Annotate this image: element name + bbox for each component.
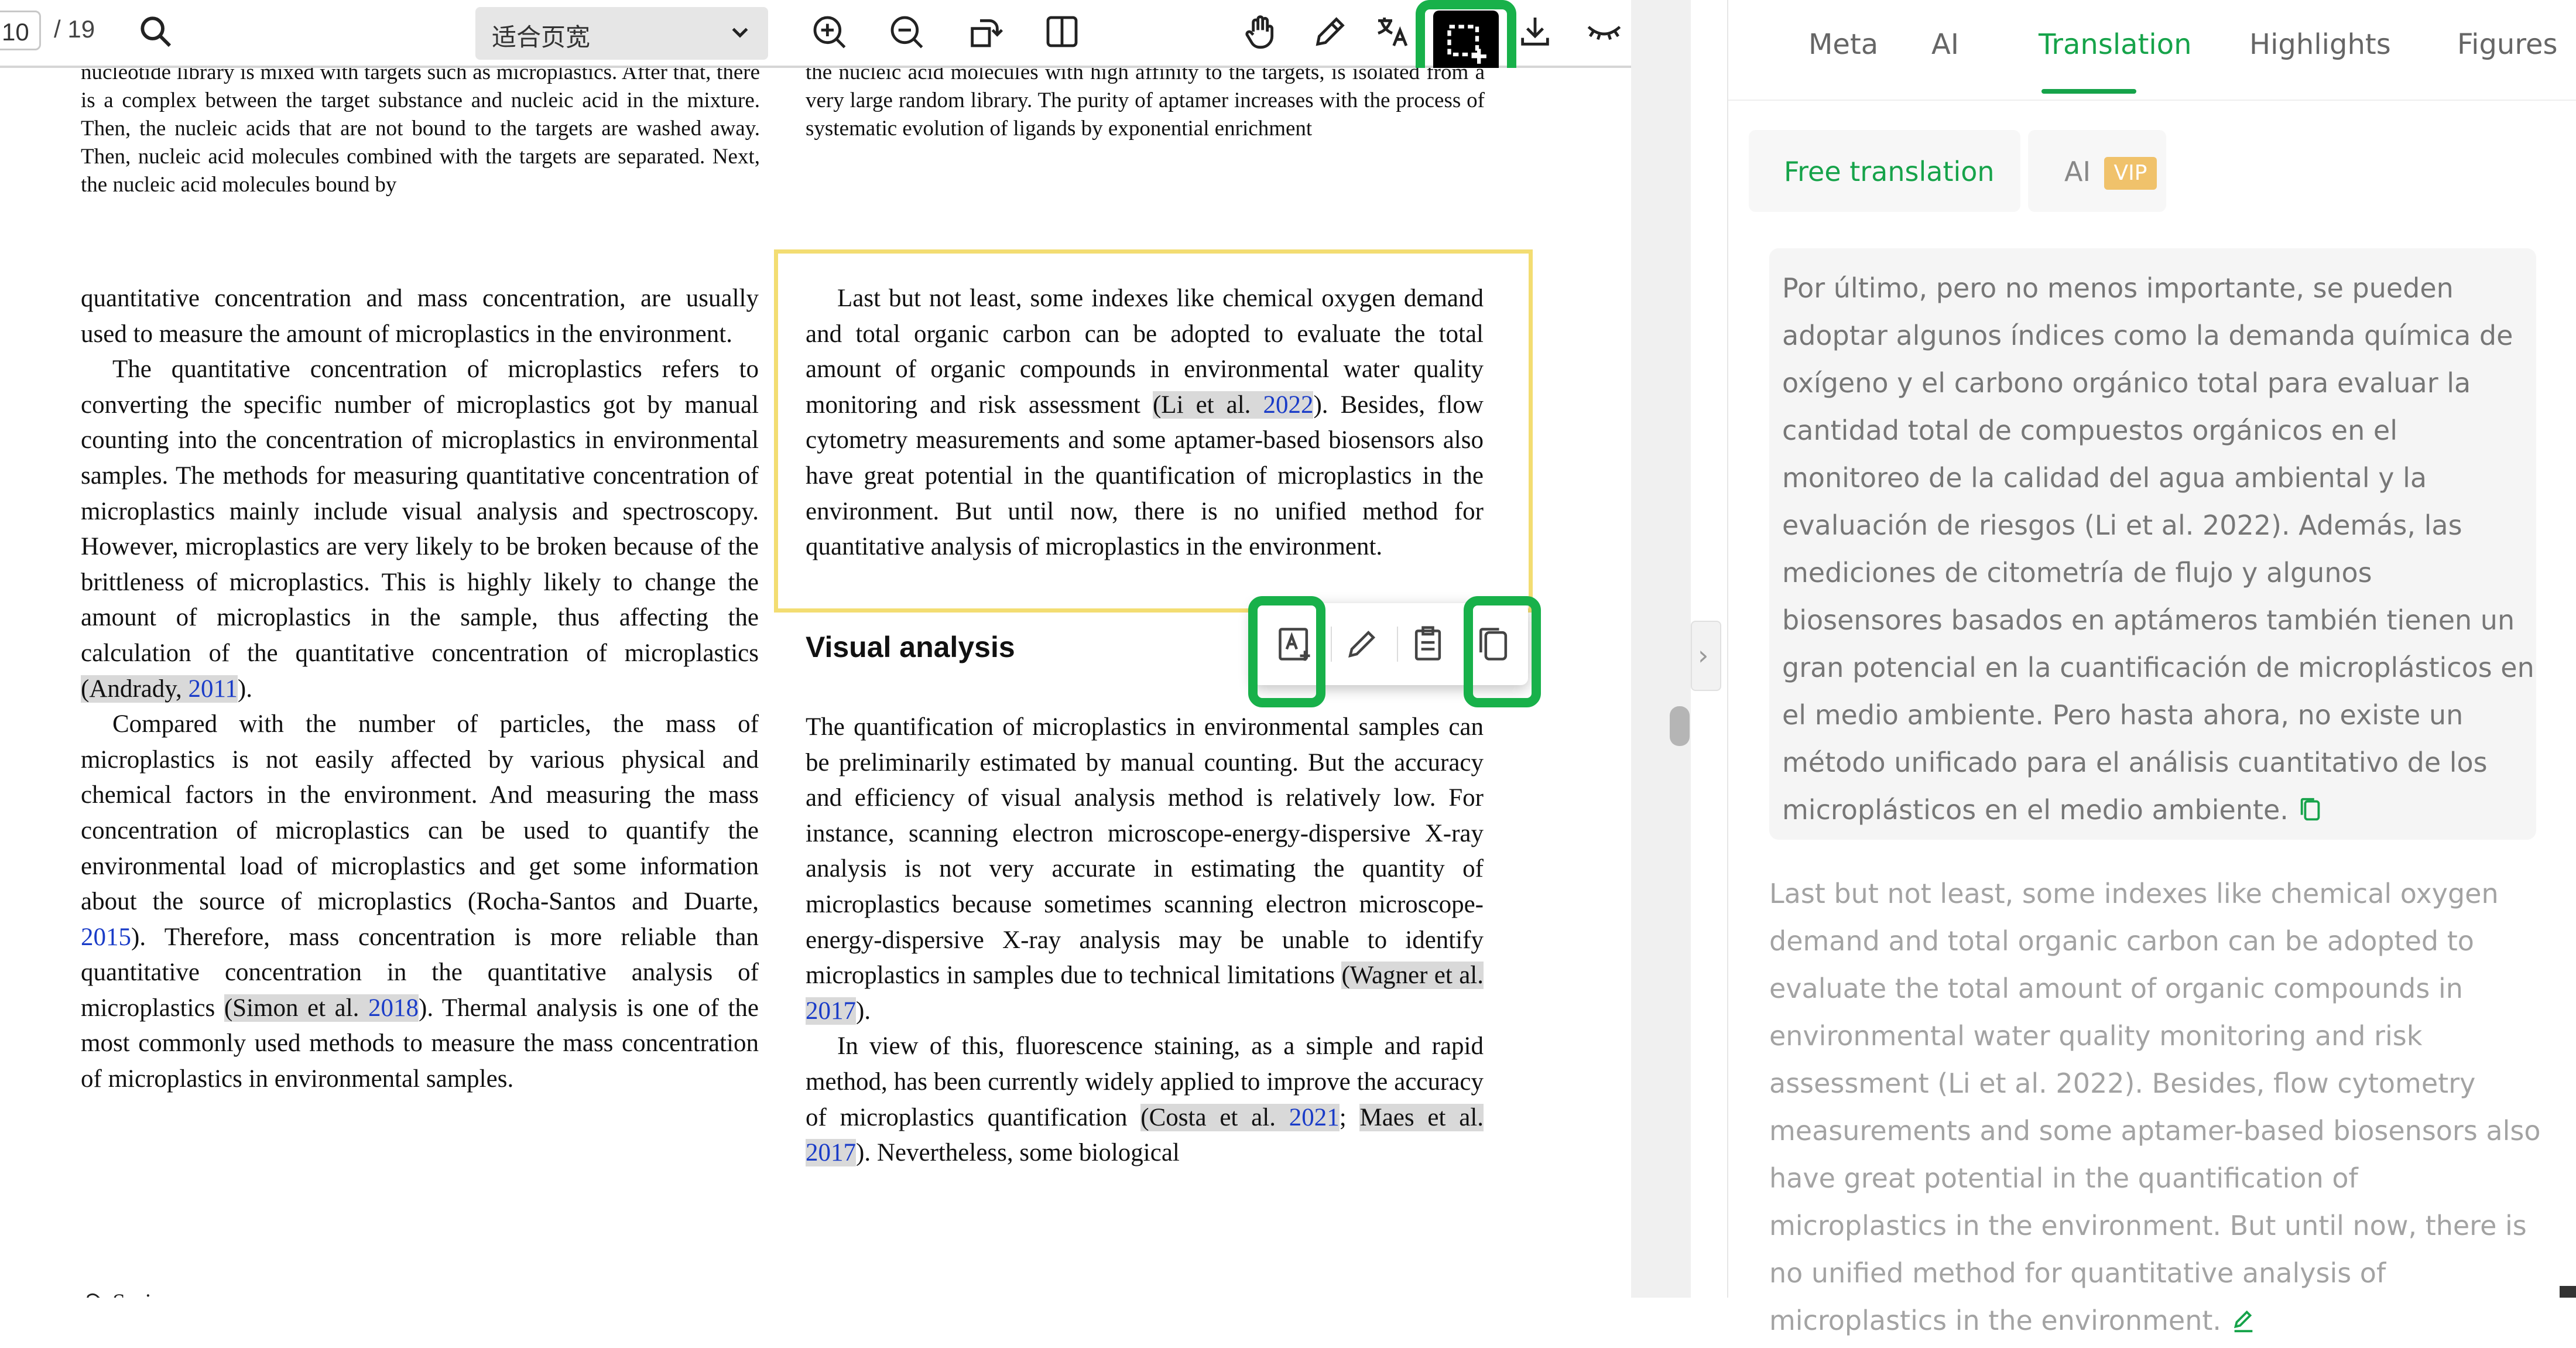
tab-translation[interactable]: Translation: [2039, 28, 2192, 61]
pen-icon[interactable]: [1307, 8, 1354, 55]
tab-figures[interactable]: Figures: [2457, 28, 2558, 61]
page-number-input[interactable]: 10: [0, 11, 41, 50]
subtab-free-translation[interactable]: Free translation: [1749, 130, 2020, 212]
search-icon[interactable]: [132, 8, 179, 55]
zoom-out-icon[interactable]: [883, 8, 930, 55]
springer-logo: Springer: [81, 1288, 193, 1298]
download-icon[interactable]: [1512, 8, 1558, 55]
left-paragraph-1: quantitative concentration and mass conc…: [81, 285, 759, 348]
edit-icon[interactable]: [1342, 624, 1382, 664]
original-text-content: Last but not least, some indexes like ch…: [1769, 878, 2541, 1336]
eye-closed-icon[interactable]: [1581, 8, 1628, 55]
citation-costa[interactable]: (Costa et al. 2021: [1140, 1103, 1340, 1131]
side-panel: Meta AI Translation Highlights Figures F…: [1727, 0, 2576, 1336]
highlight-frame-add-note: [1248, 596, 1325, 707]
highlight-frame-copy: [1464, 596, 1541, 707]
panel-collapse-handle[interactable]: ›: [1691, 621, 1721, 691]
right-paragraph-1: The quantification of microplastics in e…: [806, 713, 1484, 1025]
scrollbar-thumb[interactable]: [1670, 706, 1690, 746]
clipboard-icon[interactable]: [1408, 624, 1448, 664]
split-view-icon[interactable]: [1039, 8, 1085, 55]
citation-andrady[interactable]: (Andrady, 2011: [81, 675, 238, 703]
original-text: Last but not least, some indexes like ch…: [1769, 870, 2542, 1344]
right-column-body: The quantification of microplastics in e…: [806, 710, 1484, 1171]
translation-result: Por último, pero no menos importante, se…: [1782, 265, 2537, 834]
subtab-ai-label: AI: [2064, 156, 2091, 187]
springer-horse-icon: [87, 1293, 101, 1298]
left-paragraph-3: Compared with the number of particles, t…: [81, 710, 759, 1093]
citation-simon[interactable]: (Simon et al. 2018: [224, 994, 419, 1022]
zoom-in-icon[interactable]: [806, 8, 852, 55]
springer-text: Springer: [112, 1288, 193, 1298]
zoom-select[interactable]: 适合页宽: [475, 7, 768, 60]
right-paragraph-2: In view of this, fluorescence staining, …: [806, 1032, 1484, 1167]
tab-highlights[interactable]: Highlights: [2249, 28, 2391, 61]
tab-meta[interactable]: Meta: [1808, 28, 1878, 61]
page-total-label: / 19: [54, 15, 95, 43]
copy-translation-icon[interactable]: [2297, 790, 2324, 821]
vip-badge: VIP: [2104, 157, 2157, 190]
panel-divider: [1728, 100, 2576, 101]
right-top-fragment: the nucleic acid molecules with high aff…: [806, 68, 1485, 141]
edit-original-icon[interactable]: [2230, 1301, 2257, 1333]
citation-link-2015[interactable]: 2015: [81, 923, 131, 951]
hand-icon[interactable]: [1238, 8, 1284, 55]
panel-corner-mark: [2560, 1286, 2576, 1298]
section-heading: Visual analysis: [806, 631, 1015, 663]
vertical-scrollbar-track[interactable]: [1631, 0, 1691, 1298]
chevron-down-icon: [732, 28, 748, 38]
active-tab-indicator: [2041, 89, 2136, 94]
translation-text: Por último, pero no menos importante, se…: [1782, 272, 2534, 826]
left-paragraph-2: The quantitative concentration of microp…: [81, 355, 759, 703]
translate-icon[interactable]: [1369, 8, 1416, 55]
tab-ai[interactable]: AI: [1931, 28, 1959, 61]
zoom-select-value: 适合页宽: [492, 23, 591, 52]
selected-paragraph[interactable]: Last but not least, some indexes like ch…: [806, 281, 1484, 565]
pdf-toolbar: 10 / 19 适合页宽: [0, 0, 1647, 76]
rotate-icon[interactable]: [961, 8, 1008, 55]
subtab-free-label: Free translation: [1784, 156, 1995, 187]
citation-li[interactable]: (Li et al. 2022: [1152, 391, 1314, 419]
subtab-ai-translation[interactable]: AI VIP: [2028, 130, 2166, 212]
chevron-right-icon: ›: [1698, 639, 1709, 671]
left-column: quantitative concentration and mass conc…: [81, 281, 759, 1097]
left-top-fragment: nucleotide library is mixed with targets…: [81, 68, 760, 197]
